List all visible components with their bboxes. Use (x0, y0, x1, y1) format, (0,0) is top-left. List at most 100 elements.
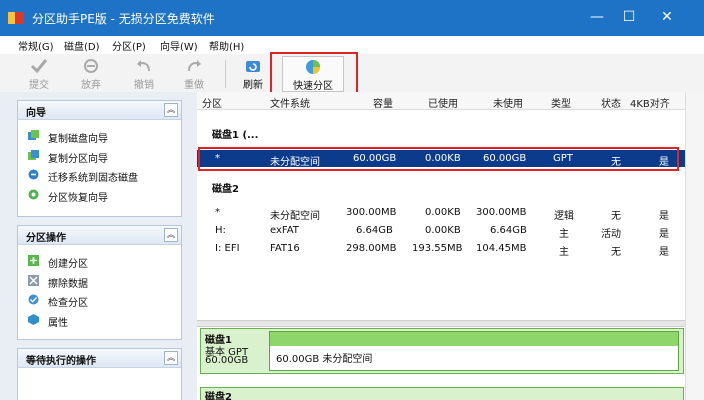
sidebar-item-label: 迁移系统到固态磁盘 (48, 173, 138, 184)
check-partition-icon (28, 294, 39, 305)
sidebar-item-create-partition[interactable]: 创建分区 (18, 251, 181, 271)
sidebar-item-label: 创建分区 (48, 259, 88, 270)
minimize-button[interactable]: — (586, 8, 608, 26)
sidebar-item-label: 复制磁盘向导 (48, 134, 108, 145)
cell-unused: 6.64GB (490, 225, 527, 236)
cell-capacity: 6.64GB (356, 225, 393, 236)
submit-label: 提交 (29, 80, 49, 91)
wipe-data-icon (28, 274, 39, 286)
disk1-bar-label: 60.00GB 未分配空间 (276, 354, 373, 365)
column-header-capacity[interactable]: 容量 (373, 95, 393, 110)
column-header-unused[interactable]: 未使用 (493, 95, 523, 110)
collapse-icon[interactable]: ︽ (164, 103, 178, 117)
disk1-map-size: 60.00GB (205, 355, 249, 366)
check-icon (30, 59, 48, 74)
sidebar-item-recovery[interactable]: 分区恢复向导 (18, 185, 181, 205)
table-row[interactable]: * 未分配空间 300.00MB 0.00KB 300.00MB 逻辑 无 是 (197, 204, 685, 222)
column-header-status[interactable]: 状态 (601, 95, 621, 110)
menu-help[interactable]: 帮助(H) (209, 38, 244, 53)
sidebar-item-copy-partition[interactable]: 复制分区向导 (18, 146, 181, 166)
disk2-map[interactable]: 磁盘2 (200, 387, 684, 400)
column-header-partition[interactable]: 分区 (202, 95, 222, 110)
sidebar-item-label: 分区恢复向导 (48, 192, 108, 204)
cell-used: 193.55MB (412, 243, 463, 254)
properties-icon (28, 313, 39, 325)
cell-used: 0.00KB (425, 225, 461, 236)
window-title: 分区助手PE版 - 无损分区免费软件 (32, 12, 215, 26)
copy-partition-icon (28, 149, 39, 160)
wizard-panel: 向导 ︽ 复制磁盘向导 复制分区向导 迁移系统到固态磁盘 分区恢复向导 (17, 100, 182, 217)
cell-partition: * (215, 207, 220, 218)
app-logo-icon (8, 12, 24, 24)
menu-partition[interactable]: 分区(P) (112, 38, 146, 53)
sidebar-item-migrate-os[interactable]: 迁移系统到固态磁盘 (18, 165, 181, 185)
discard-button[interactable]: 放弃 (75, 56, 107, 91)
sidebar-item-wipe-data[interactable]: 擦除数据 (18, 271, 181, 291)
wizard-panel-header[interactable]: 向导 ︽ (18, 101, 181, 120)
recovery-icon (28, 189, 39, 199)
refresh-label: 刷新 (243, 80, 263, 91)
column-header-used[interactable]: 已使用 (428, 95, 458, 110)
toolbar-separator (225, 60, 226, 88)
create-partition-icon (28, 255, 39, 266)
cell-filesystem: 未分配空间 (270, 211, 320, 222)
disk2-title[interactable]: 磁盘2 (212, 180, 239, 195)
table-row[interactable]: I: EFI FAT16 298.00MB 193.55MB 104.45MB … (197, 240, 685, 258)
cell-capacity: 298.00MB (346, 243, 397, 254)
collapse-icon[interactable]: ︽ (164, 228, 178, 242)
disk1-unallocated-bar[interactable]: 60.00GB 未分配空间 (269, 331, 679, 371)
partition-ops-header[interactable]: 分区操作 ︽ (18, 226, 181, 245)
cell-used: 0.00KB (425, 207, 461, 218)
refresh-button[interactable]: 刷新 (238, 56, 268, 91)
pending-ops-title: 等待执行的操作 (26, 356, 96, 367)
collapse-icon[interactable]: ︽ (164, 351, 178, 365)
table-header: 分区 文件系统 容量 已使用 未使用 类型 状态 4KB对齐 (197, 92, 685, 110)
sidebar-item-copy-disk[interactable]: 复制磁盘向导 (18, 126, 181, 146)
undo-icon (137, 60, 150, 72)
disk1-title[interactable]: 磁盘1 (... (212, 126, 258, 141)
cell-aligned: 是 (659, 247, 669, 258)
submit-button[interactable]: 提交 (24, 56, 54, 91)
column-header-type[interactable]: 类型 (551, 95, 571, 110)
cell-unused: 104.45MB (476, 243, 527, 254)
close-button[interactable]: ✕ (656, 8, 678, 26)
partition-ops-panel: 分区操作 ︽ 创建分区 擦除数据 检查分区 属性 (17, 225, 182, 340)
cell-partition: I: EFI (215, 243, 240, 254)
cell-status: 无 (611, 211, 621, 222)
refresh-icon (246, 61, 260, 72)
partition-list-pane: 分区 文件系统 容量 已使用 未使用 类型 状态 4KB对齐 磁盘1 (... … (197, 92, 685, 400)
migrate-os-icon (28, 169, 39, 180)
sidebar-item-check-partition[interactable]: 检查分区 (18, 290, 181, 310)
pending-ops-header[interactable]: 等待执行的操作 ︽ (18, 349, 181, 368)
redo-button[interactable]: 重做 (179, 56, 209, 91)
cell-filesystem: exFAT (270, 225, 299, 236)
sidebar-item-properties[interactable]: 属性 (18, 310, 181, 330)
pane-splitter[interactable] (197, 320, 685, 327)
scrollbar[interactable] (685, 92, 704, 400)
cell-type: 主 (559, 229, 569, 240)
table-row[interactable]: H: exFAT 6.64GB 0.00KB 6.64GB 主 活动 是 (197, 222, 685, 240)
undo-label: 撤销 (134, 80, 154, 91)
title-bar: 分区助手PE版 - 无损分区免费软件 — ☐ ✕ (0, 0, 704, 36)
partition-ops-title: 分区操作 (26, 233, 66, 244)
sidebar-item-label: 检查分区 (48, 298, 88, 309)
copy-disk-icon (28, 130, 39, 140)
menu-disk[interactable]: 磁盘(D) (64, 38, 100, 53)
wizard-panel-title: 向导 (26, 108, 46, 119)
quick-partition-highlight (270, 52, 358, 96)
disk1-map[interactable]: 磁盘1 基本 GPT 60.00GB 60.00GB 未分配空间 (200, 328, 684, 374)
menu-wizard[interactable]: 向导(W) (160, 38, 198, 53)
menu-general[interactable]: 常规(G) (18, 38, 54, 53)
discard-label: 放弃 (81, 80, 101, 91)
app-window: 分区助手PE版 - 无损分区免费软件 — ☐ ✕ 常规(G) 磁盘(D) 分区(… (0, 0, 704, 400)
cell-aligned: 是 (659, 229, 669, 240)
column-header-4k-aligned[interactable]: 4KB对齐 (630, 95, 670, 110)
cell-unused: 300.00MB (476, 207, 527, 218)
undo-button[interactable]: 撤销 (129, 56, 159, 91)
sidebar-item-label: 擦除数据 (48, 278, 88, 290)
column-header-filesystem[interactable]: 文件系统 (270, 95, 310, 110)
sidebar-item-label: 复制分区向导 (48, 153, 108, 165)
maximize-button[interactable]: ☐ (618, 8, 640, 26)
sidebar: 向导 ︽ 复制磁盘向导 复制分区向导 迁移系统到固态磁盘 分区恢复向导 分区操作… (0, 92, 197, 400)
discard-icon (84, 59, 98, 73)
